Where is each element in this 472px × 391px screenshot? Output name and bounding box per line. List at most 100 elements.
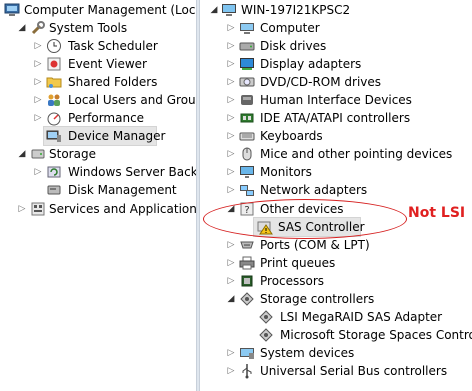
services-icon — [30, 201, 46, 217]
expand-arrow-icon[interactable]: ▷ — [32, 91, 44, 109]
tree-item-event-viewer[interactable]: ▷ Event Viewer — [0, 55, 196, 73]
monitor-icon — [239, 164, 255, 180]
expand-arrow-icon[interactable]: ▷ — [225, 19, 237, 37]
disk-drive-icon — [239, 38, 255, 54]
tree-item-ports[interactable]: ▷ Ports (COM & LPT) — [200, 236, 472, 254]
tree-item-monitors[interactable]: ▷ Monitors — [200, 163, 472, 181]
expand-arrow-icon[interactable]: ▷ — [16, 200, 28, 218]
usb-icon — [239, 363, 255, 379]
expand-arrow-icon[interactable]: ▷ — [32, 55, 44, 73]
display-adapter-icon — [239, 56, 255, 72]
expand-arrow-icon[interactable]: ▷ — [225, 254, 237, 272]
tree-label: Event Viewer — [68, 57, 147, 71]
monitor-icon — [239, 20, 255, 36]
tree-label: Storage — [49, 147, 96, 161]
tree-item-network[interactable]: ▷ Network adapters — [200, 181, 472, 199]
tree-label: Performance — [68, 111, 145, 125]
tools-icon — [30, 20, 46, 36]
tree-label: Print queues — [260, 256, 336, 270]
device-tree-pane: ◢ WIN-197I21KPSC2 ▷ Computer ▷ Disk driv… — [200, 0, 472, 391]
tree-label: DVD/CD-ROM drives — [260, 75, 382, 89]
expand-arrow-icon[interactable]: ▷ — [225, 37, 237, 55]
tree-label: Task Scheduler — [68, 39, 158, 53]
tree-label: Storage controllers — [260, 292, 375, 306]
network-adapter-icon — [239, 182, 255, 198]
tree-item-performance[interactable]: ▷ Performance — [0, 109, 196, 127]
tree-item-disk-drives[interactable]: ▷ Disk drives — [200, 37, 472, 55]
tree-label: Shared Folders — [68, 75, 158, 89]
expand-arrow-icon[interactable]: ▷ — [225, 362, 237, 380]
tree-label: LSI MegaRAID SAS Adapter — [280, 310, 443, 324]
collapse-arrow-icon[interactable]: ◢ — [208, 1, 220, 19]
expand-arrow-icon[interactable]: ▷ — [225, 109, 237, 127]
tree-label: Windows Server Backup — [68, 165, 196, 179]
expand-arrow-icon[interactable]: ▷ — [225, 145, 237, 163]
tree-item-mice[interactable]: ▷ Mice and other pointing devices — [200, 145, 472, 163]
tree-item-services-apps[interactable]: ▷ Services and Applications — [0, 200, 196, 218]
collapse-arrow-icon[interactable]: ◢ — [225, 290, 237, 308]
tree-item-ide[interactable]: ▷ IDE ATA/ATAPI controllers — [200, 109, 472, 127]
tree-item-hid[interactable]: ▷ Human Interface Devices — [200, 91, 472, 109]
expand-arrow-icon[interactable]: ▷ — [32, 109, 44, 127]
expand-arrow-icon[interactable]: ▷ — [225, 272, 237, 290]
annotation-label: Not LSI — [408, 205, 466, 221]
tree-item-system-devices[interactable]: ▷ System devices — [200, 344, 472, 362]
collapse-arrow-icon[interactable]: ◢ — [16, 19, 28, 37]
tree-label: Services and Applications — [49, 202, 196, 216]
tree-item-computer-management[interactable]: Computer Management (Local — [0, 1, 196, 19]
tree-item-processors[interactable]: ▷ Processors — [200, 272, 472, 290]
tree-label: System Tools — [49, 21, 128, 35]
tree-item-system-tools[interactable]: ◢ System Tools — [0, 19, 196, 37]
tree-item-display-adapters[interactable]: ▷ Display adapters — [200, 55, 472, 73]
computer-management-icon — [4, 2, 20, 18]
ide-controller-icon — [239, 110, 255, 126]
expand-arrow-icon[interactable]: ▷ — [225, 236, 237, 254]
tree-label: Microsoft Storage Spaces Controller — [280, 328, 472, 342]
tree-label: Display adapters — [260, 57, 362, 71]
tree-item-shared-folders[interactable]: ▷ Shared Folders — [0, 73, 196, 91]
expand-arrow-icon[interactable]: ▷ — [32, 73, 44, 91]
tree-label: Local Users and Groups — [68, 93, 196, 107]
tree-item-task-scheduler[interactable]: ▷ Task Scheduler — [0, 37, 196, 55]
storage-controller-icon — [258, 309, 274, 325]
tree-item-print-queues[interactable]: ▷ Print queues — [200, 254, 472, 272]
expand-arrow-icon[interactable]: ▷ — [225, 163, 237, 181]
storage-icon — [30, 146, 46, 162]
tree-item-storage-controllers[interactable]: ◢ Storage controllers — [200, 290, 472, 308]
tree-label: IDE ATA/ATAPI controllers — [260, 111, 411, 125]
tree-item-lsi-adapter[interactable]: LSI MegaRAID SAS Adapter — [200, 308, 472, 326]
tree-item-computer[interactable]: ▷ Computer — [200, 19, 472, 37]
expand-arrow-icon[interactable]: ▷ — [225, 127, 237, 145]
device-manager-icon — [46, 128, 62, 144]
tree-item-device-manager[interactable]: Device Manager — [43, 126, 165, 146]
storage-controller-icon — [239, 291, 255, 307]
tree-item-keyboards[interactable]: ▷ Keyboards — [200, 127, 472, 145]
expand-arrow-icon[interactable]: ▷ — [32, 163, 44, 181]
dvd-drive-icon — [239, 74, 255, 90]
tree-item-ms-storage-spaces[interactable]: Microsoft Storage Spaces Controller — [200, 326, 472, 344]
tree-item-storage[interactable]: ◢ Storage — [0, 145, 196, 163]
tree-label: Computer — [260, 21, 320, 35]
tree-item-dvd-drives[interactable]: ▷ DVD/CD-ROM drives — [200, 73, 472, 91]
users-icon — [46, 92, 62, 108]
expand-arrow-icon[interactable]: ▷ — [32, 37, 44, 55]
tree-item-windows-server-backup[interactable]: ▷ Windows Server Backup — [0, 163, 196, 181]
processor-icon — [239, 273, 255, 289]
hid-icon — [239, 92, 255, 108]
tree-label: Device Manager — [68, 129, 166, 143]
expand-arrow-icon[interactable]: ▷ — [225, 91, 237, 109]
tree-item-local-users[interactable]: ▷ Local Users and Groups — [0, 91, 196, 109]
expand-arrow-icon[interactable]: ▷ — [225, 181, 237, 199]
tree-item-usb[interactable]: ▷ Universal Serial Bus controllers — [200, 362, 472, 380]
annotation-ellipse — [203, 199, 407, 239]
expand-arrow-icon[interactable]: ▷ — [225, 55, 237, 73]
storage-controller-icon — [258, 327, 274, 343]
tree-item-disk-management[interactable]: Disk Management — [0, 181, 196, 199]
expand-arrow-icon[interactable]: ▷ — [225, 73, 237, 91]
expand-arrow-icon[interactable]: ▷ — [225, 344, 237, 362]
tree-label: Disk Management — [68, 183, 177, 197]
collapse-arrow-icon[interactable]: ◢ — [16, 145, 28, 163]
tree-item-root-computer[interactable]: ◢ WIN-197I21KPSC2 — [200, 1, 472, 19]
clock-icon — [46, 38, 62, 54]
performance-icon — [46, 110, 62, 126]
